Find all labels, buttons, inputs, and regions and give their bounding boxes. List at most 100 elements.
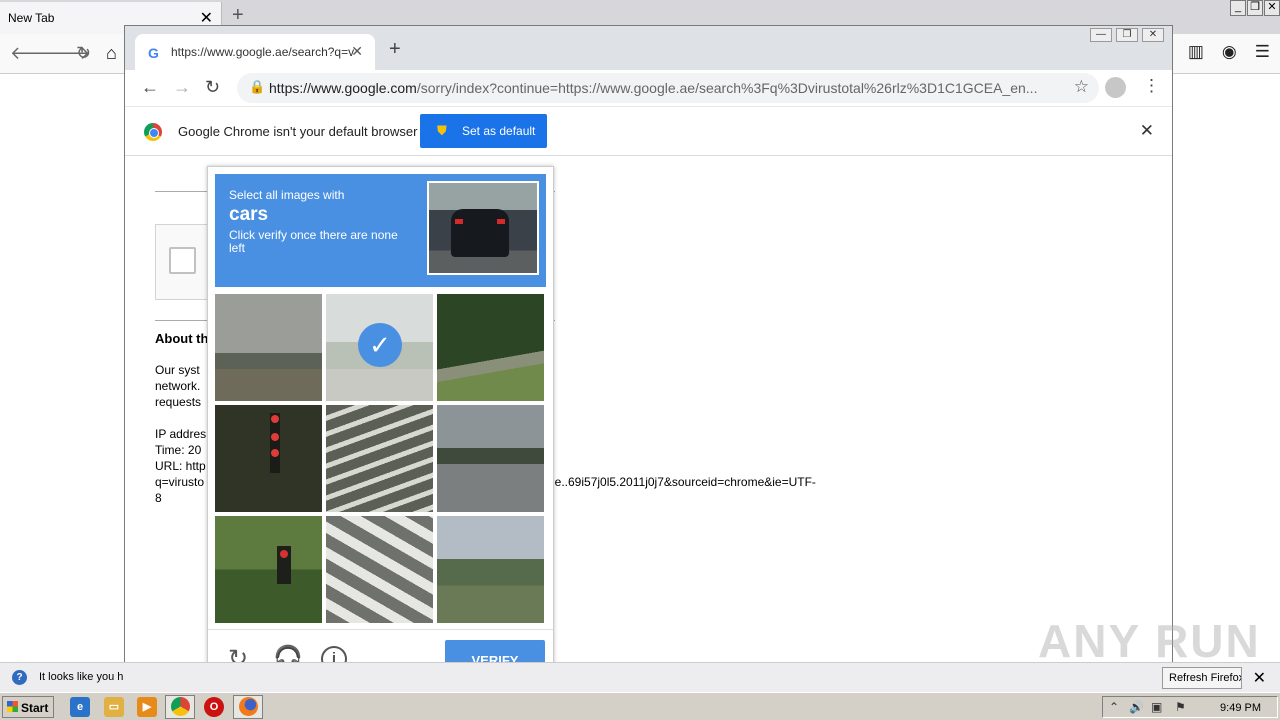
tile-traffic-light-trees[interactable] xyxy=(215,516,322,623)
page-text-line: URL: http xyxy=(155,459,206,473)
start-label: Start xyxy=(21,701,49,715)
url-text: https://www.google.com/sorry/index?conti… xyxy=(269,80,1038,96)
windows-logo-icon xyxy=(7,701,18,712)
car-shape xyxy=(451,209,509,257)
chrome-window-controls: — ❐ ✕ xyxy=(1090,28,1164,42)
media-player-icon[interactable]: ▶ xyxy=(137,697,157,717)
red-light xyxy=(271,449,279,457)
challenge-header: Select all images with cars Click verify… xyxy=(215,174,546,287)
clock: 9:49 PM xyxy=(1220,702,1261,714)
reload-icon[interactable]: ↻ xyxy=(76,43,91,64)
chrome-icon xyxy=(171,697,190,716)
plus-icon[interactable]: + xyxy=(232,4,244,27)
tile-highway[interactable] xyxy=(437,405,544,512)
page-text-line: Time: 20 xyxy=(155,443,202,457)
chrome-tab-title: https://www.google.ae/search?q=v xyxy=(171,45,355,59)
chrome-window: G https://www.google.ae/search?q=v ✕ + —… xyxy=(124,25,1173,693)
recaptcha-checkbox[interactable] xyxy=(169,247,196,274)
firefox-icon xyxy=(239,697,258,716)
red-light xyxy=(271,415,279,423)
recaptcha-challenge: Select all images with cars Click verify… xyxy=(207,166,554,691)
taillight xyxy=(455,219,463,224)
tile-crosswalk-stripes[interactable] xyxy=(326,516,433,623)
plus-icon[interactable]: + xyxy=(389,38,401,61)
taskbar: Start e ▭ ▶ O ⌃ 🔊 ▣ ⚑ 9:49 PM xyxy=(0,692,1280,720)
tile-bridge[interactable] xyxy=(215,294,322,401)
volume-icon[interactable]: 🔊 xyxy=(1129,700,1144,714)
tile-road-selected[interactable]: ✓ xyxy=(326,294,433,401)
home-icon[interactable]: ⌂ xyxy=(106,43,117,64)
sample-car-image xyxy=(427,181,539,275)
system-tray: ⌃ 🔊 ▣ ⚑ 9:49 PM xyxy=(1102,696,1278,718)
opera-icon[interactable]: O xyxy=(204,697,224,717)
taillight xyxy=(497,219,505,224)
help-icon: ? xyxy=(12,670,27,685)
red-light xyxy=(271,433,279,441)
minimize-icon[interactable]: _ xyxy=(1230,0,1246,16)
tile-palm-trees[interactable] xyxy=(437,516,544,623)
network-icon[interactable]: ▣ xyxy=(1151,700,1162,714)
forward-arrow-icon[interactable]: → xyxy=(173,77,191,98)
close-icon[interactable]: ✕ xyxy=(1264,0,1280,16)
page-text-line: network. xyxy=(155,379,201,393)
internet-explorer-icon[interactable]: e xyxy=(70,697,90,717)
kebab-menu-icon[interactable]: ⋮ xyxy=(1143,76,1160,96)
restore-icon[interactable]: ❐ xyxy=(1247,0,1263,16)
chrome-logo-icon xyxy=(144,123,162,141)
chrome-taskbar-button[interactable] xyxy=(165,695,195,719)
page-text-line: q=virusto xyxy=(155,475,205,489)
lock-icon[interactable]: 🔒 xyxy=(249,79,265,95)
recaptcha-widget xyxy=(155,224,215,300)
refresh-firefox-button[interactable]: Refresh Firefox... xyxy=(1162,667,1242,689)
notification-text: It looks like you h xyxy=(39,671,124,683)
chevron-up-icon[interactable]: ⌃ xyxy=(1109,700,1119,714)
sorry-page: About th Our syst network. requests IP a… xyxy=(125,157,1172,693)
tile-crosswalk[interactable] xyxy=(326,405,433,512)
hamburger-menu-icon[interactable]: ☰ xyxy=(1255,42,1270,62)
firefox-toolbar-right: ▥ ◉ ☰ xyxy=(1188,42,1270,62)
sidebar-icon[interactable]: ▥ xyxy=(1188,42,1204,62)
set-as-default-button[interactable]: ⛊ Set as default xyxy=(420,114,547,148)
star-icon[interactable]: ☆ xyxy=(1074,77,1089,97)
page-text-line: Our syst xyxy=(155,363,200,377)
google-favicon-icon: G xyxy=(148,45,159,61)
start-button[interactable]: Start xyxy=(2,696,54,718)
chrome-tabbar: G https://www.google.ae/search?q=v ✕ + —… xyxy=(125,26,1172,70)
profile-avatar-icon[interactable] xyxy=(1105,77,1126,98)
account-icon[interactable]: ◉ xyxy=(1222,42,1237,62)
challenge-instruction: Select all images with xyxy=(229,188,345,202)
close-icon[interactable]: ✕ xyxy=(1142,28,1164,42)
page-text-line: requests xyxy=(155,395,202,409)
shield-icon: ⛊ xyxy=(437,123,447,138)
about-heading: About th xyxy=(155,331,209,346)
selected-check-icon: ✓ xyxy=(358,323,402,367)
red-light xyxy=(280,550,288,558)
back-arrow-icon[interactable]: ← xyxy=(141,77,159,98)
tile-trees-guardrail[interactable] xyxy=(437,294,544,401)
page-text-line: IP addres xyxy=(155,427,207,441)
default-browser-infobar: Google Chrome isn't your default browser… xyxy=(125,106,1172,156)
tile-traffic-light[interactable] xyxy=(215,405,322,512)
flag-icon[interactable]: ⚑ xyxy=(1175,700,1186,714)
close-icon[interactable]: ✕ xyxy=(1140,121,1154,141)
set-as-default-label: Set as default xyxy=(462,124,536,138)
chrome-tab-google-search[interactable]: G https://www.google.ae/search?q=v ✕ xyxy=(135,34,375,70)
challenge-hint: Click verify once there are none left xyxy=(229,228,398,255)
firefox-window-controls: _ ❐ ✕ xyxy=(1230,0,1280,18)
file-explorer-icon[interactable]: ▭ xyxy=(104,697,124,717)
page-text-line: 8 xyxy=(155,491,162,505)
chrome-toolbar: ← → ↻ 🔒 https://www.google.com/sorry/ind… xyxy=(125,70,1172,106)
challenge-target: cars xyxy=(229,204,269,225)
anyrun-watermark: ANY RUN xyxy=(1038,615,1261,667)
address-bar[interactable]: 🔒 https://www.google.com/sorry/index?con… xyxy=(237,73,1099,103)
close-icon[interactable]: ✕ xyxy=(1253,668,1266,688)
firefox-tab-title: New Tab xyxy=(8,11,55,25)
reload-icon[interactable]: ↻ xyxy=(205,77,220,98)
close-icon[interactable]: ✕ xyxy=(351,43,363,60)
infobar-message: Google Chrome isn't your default browser xyxy=(178,124,418,139)
firefox-taskbar-button[interactable] xyxy=(233,695,263,719)
minimize-icon[interactable]: — xyxy=(1090,28,1112,42)
challenge-grid: ✓ xyxy=(215,294,546,625)
page-url-tail: ome..69i57j0l5.2011j0j7&sourceid=chrome&… xyxy=(538,475,816,489)
restore-icon[interactable]: ❐ xyxy=(1116,28,1138,42)
